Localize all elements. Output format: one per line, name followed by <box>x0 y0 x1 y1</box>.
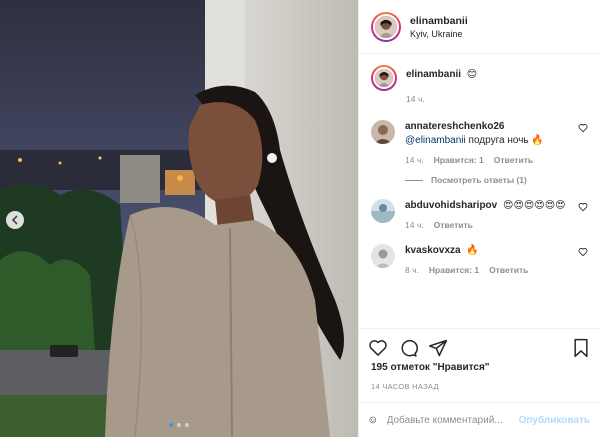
comment-time[interactable]: 14 ч. <box>405 220 424 230</box>
comment-icon <box>401 339 418 357</box>
previous-slide-button[interactable] <box>6 211 24 229</box>
commenter-avatar[interactable] <box>371 244 395 268</box>
comment-input[interactable] <box>386 414 519 426</box>
post-side-panel: elinambanii Kyiv, Ukraine elinambanii 😊 <box>358 0 600 437</box>
comment-mention[interactable]: @elinambanii <box>405 135 466 146</box>
caption-text: 😊 <box>466 69 478 80</box>
heart-icon[interactable] <box>578 247 588 257</box>
comment-item: annatereshchenko26 @elinambanii подруга … <box>371 120 588 165</box>
comment-time[interactable]: 8 ч. <box>405 265 419 275</box>
caption-avatar[interactable] <box>371 65 397 91</box>
caption: elinambanii 😊 14 ч. <box>371 65 588 104</box>
save-button[interactable] <box>570 337 592 359</box>
heart-icon[interactable] <box>578 202 588 212</box>
likes-count: 195 отметок "Нравится" <box>371 362 490 373</box>
reply-button[interactable]: Ответить <box>434 220 473 230</box>
comment-likes[interactable]: Нравится: 1 <box>434 155 484 165</box>
publish-button[interactable]: Опубликовать <box>519 415 590 426</box>
slide-dot-active <box>169 423 173 427</box>
commenter-avatar[interactable] <box>371 199 395 223</box>
comment-username[interactable]: annatereshchenko26 <box>405 121 505 132</box>
caption-username[interactable]: elinambanii <box>406 69 461 80</box>
comment-text: 🔥 <box>466 245 479 256</box>
emoji-icon[interactable] <box>369 411 377 429</box>
heart-icon <box>369 339 387 356</box>
bookmark-icon <box>574 338 588 357</box>
comment-time[interactable]: 14 ч. <box>405 155 424 165</box>
view-replies-button[interactable]: Посмотреть ответы (1) <box>405 175 588 185</box>
post-time-ago[interactable]: 14 ЧАСОВ НАЗАД <box>371 382 439 391</box>
post-media[interactable] <box>0 0 358 437</box>
commenter-avatar[interactable] <box>371 120 395 144</box>
post-photo <box>0 0 358 437</box>
share-button[interactable] <box>427 337 449 359</box>
comment-username[interactable]: abduvohidsharipov <box>405 200 497 211</box>
add-comment-bar: Опубликовать <box>359 402 600 437</box>
chevron-left-icon <box>11 215 18 225</box>
comment-item: abduvohidsharipov 😍😍😍😍😍😍 14 ч. Ответить <box>371 199 588 230</box>
reply-button[interactable]: Ответить <box>489 265 528 275</box>
comments-list[interactable]: elinambanii 😊 14 ч. annatereshchenko26 @… <box>359 55 600 327</box>
instagram-post: elinambanii Kyiv, Ukraine elinambanii 😊 <box>0 0 600 437</box>
author-avatar[interactable] <box>371 11 401 42</box>
comment-item: kvaskovxza 🔥 8 ч. Нравится: 1 Ответить <box>371 244 588 275</box>
post-location[interactable]: Kyiv, Ukraine <box>410 29 468 39</box>
view-replies-label: Посмотреть ответы (1) <box>431 175 527 185</box>
slide-dot <box>185 423 189 427</box>
comment-text: 😍😍😍😍😍😍 <box>503 200 566 211</box>
comment-username[interactable]: kvaskovxza <box>405 245 461 256</box>
caption-time[interactable]: 14 ч. <box>406 94 425 104</box>
comment-button[interactable] <box>397 337 419 359</box>
slide-indicator <box>0 423 358 427</box>
post-header: elinambanii Kyiv, Ukraine <box>359 0 600 54</box>
reply-button[interactable]: Ответить <box>494 155 533 165</box>
likes-count-link[interactable]: 195 отметок "Нравится" <box>371 362 490 373</box>
author-username[interactable]: elinambanii <box>410 15 468 27</box>
comment-text: подруга ночь 🔥 <box>465 135 544 146</box>
slide-dot <box>177 423 181 427</box>
like-button[interactable] <box>367 337 389 359</box>
share-icon <box>428 339 448 356</box>
heart-icon[interactable] <box>578 123 588 133</box>
comment-likes[interactable]: Нравится: 1 <box>429 265 479 275</box>
post-actions <box>359 328 600 366</box>
